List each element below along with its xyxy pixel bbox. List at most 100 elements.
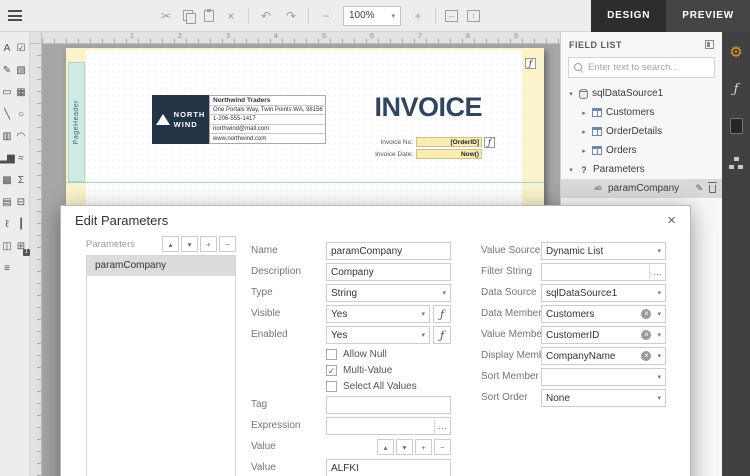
value-input[interactable] xyxy=(326,459,451,476)
line-tool-icon[interactable]: ╲ xyxy=(0,104,14,126)
tree-node-Parameters[interactable]: ▾?Parameters xyxy=(561,160,722,179)
sort-order-select[interactable]: None▾ xyxy=(541,389,666,407)
clear-icon[interactable]: × xyxy=(641,330,651,340)
toc-tool-icon[interactable]: ≡ xyxy=(0,258,14,280)
shape-tool-icon[interactable]: ○ xyxy=(14,104,28,126)
richtext-tool-icon[interactable]: ✎ xyxy=(0,60,14,82)
delete-icon[interactable]: × xyxy=(223,8,239,24)
expressions-fx-icon[interactable]: ƒ xyxy=(722,77,750,101)
expression-fx-button[interactable]: ƒ xyxy=(433,326,451,344)
visible-select[interactable]: Yes▾ xyxy=(326,305,430,323)
pivotgrid-tool-icon[interactable]: ▩ xyxy=(0,170,14,192)
company-info-table[interactable]: Northwind Traders One Portals Way, Twin … xyxy=(209,95,326,144)
multi-value-checkbox[interactable]: ✓Multi-Value xyxy=(326,363,392,377)
parameter-list-item[interactable]: paramCompany xyxy=(87,256,235,276)
company-email[interactable]: northwind@mail.com xyxy=(210,125,325,135)
label-tool-icon[interactable]: A xyxy=(0,38,14,60)
panel-tool-icon[interactable]: ▭ xyxy=(0,82,14,104)
invoice-date-field[interactable]: Now() xyxy=(416,149,482,159)
company-logo[interactable]: NORTH WIND xyxy=(152,95,209,144)
edit-parameter-icon[interactable]: ✎ xyxy=(695,183,703,194)
chevron-down-icon[interactable]: ▾ xyxy=(567,166,575,174)
menu-icon[interactable] xyxy=(0,0,30,32)
enabled-select[interactable]: Yes▾ xyxy=(326,326,430,344)
chevron-right-icon[interactable]: ▸ xyxy=(580,147,588,155)
value-member-select[interactable]: CustomerID×▾ xyxy=(541,326,666,344)
company-website[interactable]: www.northwind.com xyxy=(210,134,325,143)
name-input[interactable] xyxy=(326,242,451,260)
gauge-tool-icon[interactable]: ◠ xyxy=(14,126,28,148)
company-address[interactable]: One Portals Way, Twin Points WA, 98156 xyxy=(210,106,325,116)
company-name[interactable]: Northwind Traders xyxy=(210,96,325,106)
type-select[interactable]: String▾ xyxy=(326,284,451,302)
tree-node-OrderDetails[interactable]: ▸OrderDetails xyxy=(561,122,722,141)
barcode-tool-icon[interactable]: ▥ xyxy=(0,126,14,148)
filter-string-input[interactable] xyxy=(542,267,649,278)
page-smart-tag-icon[interactable]: ƒ xyxy=(525,58,536,69)
expression-input[interactable] xyxy=(327,421,434,432)
preview-tab[interactable]: PREVIEW xyxy=(666,0,750,32)
value-move-down-button[interactable]: ▾ xyxy=(396,439,413,455)
invoice-no-label[interactable]: Invoice No: xyxy=(360,137,416,147)
invoice-no-field[interactable]: [OrderID] xyxy=(416,137,482,147)
cut-icon[interactable]: ✂ xyxy=(158,8,174,24)
paste-icon[interactable] xyxy=(204,10,214,22)
properties-gear-icon[interactable]: ⚙ xyxy=(722,40,750,64)
design-tab[interactable]: DESIGN xyxy=(591,0,666,32)
data-source-select[interactable]: sqlDataSource1▾ xyxy=(541,284,666,302)
tag-input[interactable] xyxy=(326,396,451,414)
zoom-select[interactable]: 100%▾ xyxy=(343,6,401,26)
invoice-title-label[interactable]: INVOICE xyxy=(374,92,482,123)
fit-to-page-icon[interactable]: ↕ xyxy=(467,10,480,22)
subreport-tool-icon[interactable]: ⊞1 xyxy=(14,236,28,258)
close-icon[interactable]: × xyxy=(667,213,676,228)
chart-tool-icon[interactable]: ▂▆ xyxy=(0,148,14,170)
ellipsis-button[interactable]: … xyxy=(434,418,450,434)
report-explorer-icon[interactable] xyxy=(722,151,750,175)
field-list-rail-icon[interactable] xyxy=(722,114,750,138)
picturebox-tool-icon[interactable]: ▧ xyxy=(14,60,28,82)
undo-icon[interactable]: ↶ xyxy=(258,8,274,24)
expression-smart-tag-icon[interactable]: ƒ xyxy=(484,137,495,148)
value-add-button[interactable]: + xyxy=(415,439,432,455)
tree-node-paramCompany[interactable]: abparamCompany✎ xyxy=(561,179,722,198)
tree-node-sqlDataSource1[interactable]: ▾sqlDataSource1 xyxy=(561,84,722,103)
clear-icon[interactable]: × xyxy=(641,309,651,319)
delete-parameter-icon[interactable] xyxy=(709,185,716,193)
parameter-move-down-button[interactable]: ▾ xyxy=(181,236,198,252)
value-remove-button[interactable]: − xyxy=(434,439,451,455)
parameter-remove-button[interactable]: − xyxy=(219,236,236,252)
display-member-select[interactable]: CompanyName×▾ xyxy=(541,347,666,365)
zoom-out-icon[interactable]: − xyxy=(318,8,334,24)
pageinfo-tool-icon[interactable]: ▤ xyxy=(0,192,14,214)
tree-node-Customers[interactable]: ▸Customers xyxy=(561,103,722,122)
summary-tool-icon[interactable]: Σ xyxy=(14,170,28,192)
expression-fx-button[interactable]: ƒ xyxy=(433,305,451,323)
parameter-move-up-button[interactable]: ▴ xyxy=(162,236,179,252)
chevron-right-icon[interactable]: ▸ xyxy=(580,128,588,136)
zoom-in-icon[interactable]: + xyxy=(410,8,426,24)
ellipsis-button[interactable]: … xyxy=(649,264,665,280)
description-input[interactable] xyxy=(326,263,451,281)
tree-node-Orders[interactable]: ▸Orders xyxy=(561,141,722,160)
allow-null-checkbox[interactable]: Allow Null xyxy=(326,347,387,361)
company-phone[interactable]: 1-206-555-1417 xyxy=(210,115,325,125)
dock-panel-icon[interactable] xyxy=(705,40,714,49)
fit-to-width-icon[interactable]: ↔ xyxy=(445,10,458,22)
crossband-box-tool-icon[interactable]: ◫ xyxy=(0,236,14,258)
sparkline-tool-icon[interactable]: ≈ xyxy=(14,148,28,170)
value-move-up-button[interactable]: ▴ xyxy=(377,439,394,455)
pagebreak-tool-icon[interactable]: ⊟ xyxy=(14,192,28,214)
ink-tool-icon[interactable]: ℓ xyxy=(0,214,14,236)
crossband-line-tool-icon[interactable]: ┃ xyxy=(14,214,28,236)
sort-member-select[interactable]: ▾ xyxy=(541,368,666,386)
value-source-select[interactable]: Dynamic List▾ xyxy=(541,242,666,260)
data-member-select[interactable]: Customers×▾ xyxy=(541,305,666,323)
select-all-values-checkbox[interactable]: Select All Values xyxy=(326,379,417,393)
clear-icon[interactable]: × xyxy=(641,351,651,361)
chevron-down-icon[interactable]: ▾ xyxy=(567,90,575,98)
search-input[interactable] xyxy=(588,62,709,73)
redo-icon[interactable]: ↷ xyxy=(283,8,299,24)
invoice-date-label[interactable]: Invoice Date: xyxy=(360,149,416,159)
page-header-band[interactable]: PageHeader xyxy=(68,62,85,182)
